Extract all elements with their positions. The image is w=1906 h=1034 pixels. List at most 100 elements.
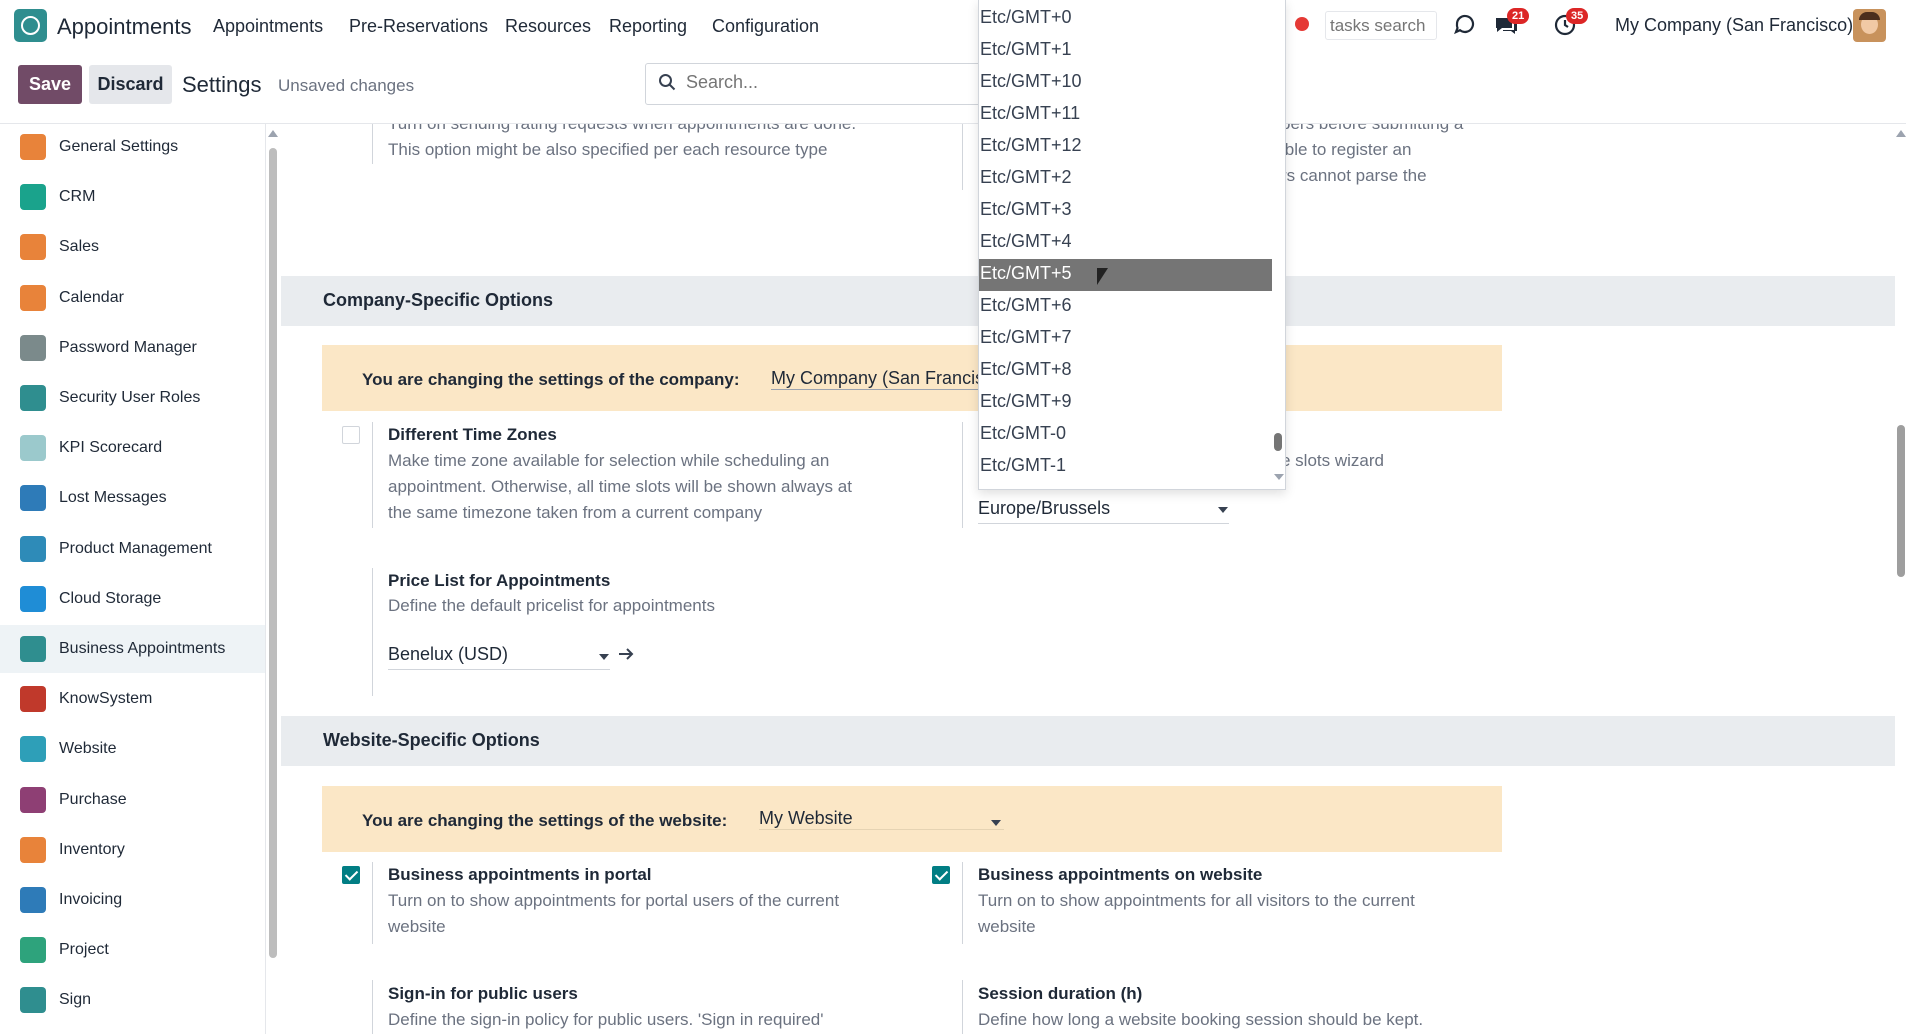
menu-configuration[interactable]: Configuration <box>712 16 819 37</box>
settings-sidebar: General Settings CRM Sales Calendar Password… <box>0 124 266 1034</box>
timezone-option[interactable]: Etc/GMT+0 <box>979 3 1272 35</box>
rating-desc-2: This option might be also specified per … <box>388 140 828 159</box>
chevron-down-icon[interactable] <box>599 654 609 660</box>
company-banner-select[interactable]: My Company (San Francisco) <box>771 368 1010 390</box>
discard-button[interactable]: Discard <box>89 65 172 104</box>
content-scrollbar[interactable] <box>1897 425 1905 577</box>
portal-appointments-checkbox[interactable] <box>342 866 360 884</box>
timezone-option[interactable]: Etc/GMT-1 <box>979 451 1272 483</box>
sidebar-item-label: Inventory <box>59 840 125 858</box>
signin-title: Sign-in for public users <box>388 984 578 1003</box>
timezone-option[interactable]: Etc/GMT+5 <box>979 259 1272 291</box>
sidebar-item[interactable]: Invoicing <box>0 876 265 924</box>
menu-appointments[interactable]: Appointments <box>213 16 323 37</box>
save-button[interactable]: Save <box>18 65 82 104</box>
sidebar-item[interactable]: KPI Scorecard <box>0 424 265 472</box>
sidebar-item[interactable]: General Settings <box>0 124 265 171</box>
timezone-option[interactable]: Etc/GMT+4 <box>979 227 1272 259</box>
sidebar-item[interactable]: Sales <box>0 223 265 271</box>
timezone-option[interactable]: Etc/GMT+3 <box>979 195 1272 227</box>
sidebar-item[interactable]: Website <box>0 725 265 773</box>
sidebar-item-label: Sign <box>59 991 92 1009</box>
portal-appointments-title: Business appointments in portal <box>388 865 652 884</box>
unsaved-status: Unsaved changes <box>278 76 415 95</box>
divider <box>962 124 963 190</box>
timezone-option[interactable]: Etc/GMT+8 <box>979 355 1272 387</box>
timezones-checkbox[interactable] <box>342 426 360 444</box>
dropdown-scroll-down-icon[interactable] <box>1274 474 1284 480</box>
sidebar-scroll-up-icon[interactable] <box>268 130 278 137</box>
sidebar-item-label: General Settings <box>59 138 179 155</box>
tasks-search-input[interactable] <box>1325 11 1437 40</box>
sidebar-item[interactable]: Inventory <box>0 826 265 874</box>
knowsystem-icon <box>20 686 46 713</box>
sidebar-item[interactable]: Project <box>0 926 265 974</box>
divider <box>372 862 373 944</box>
search-icon <box>659 74 676 91</box>
timezone-option[interactable]: Etc/GMT+12 <box>979 131 1272 163</box>
timezone-dropdown-list[interactable]: Etc/GMT-1 Etc/GMT-0 Etc/GMT+9 Etc/GMT+8 Etc/… <box>978 0 1286 490</box>
sidebar-item-label: CRM <box>59 188 96 206</box>
website-appointments-desc-2: website <box>978 917 1036 936</box>
app-name[interactable]: Appointments <box>57 14 192 40</box>
partial-desc-3: rs cannot parse the <box>1281 166 1427 185</box>
recording-icon[interactable] <box>1295 17 1309 31</box>
general-settings-icon <box>20 134 46 160</box>
dropdown-scrollbar[interactable] <box>1274 433 1282 451</box>
menu-pre-reservations[interactable]: Pre-Reservations <box>349 16 488 37</box>
rating-desc-1: Turn on sending rating requests when app… <box>388 124 856 137</box>
company-banner: You are changing the settings of the com… <box>322 345 1502 411</box>
sidebar-item[interactable]: Sign <box>0 976 265 1024</box>
chevron-down-icon[interactable] <box>991 820 1001 826</box>
sidebar-item[interactable]: Password Manager <box>0 324 265 372</box>
timezone-option[interactable]: Etc/GMT+2 <box>979 163 1272 195</box>
sidebar-item[interactable]: Purchase <box>0 776 265 824</box>
menu-reporting[interactable]: Reporting <box>609 16 687 37</box>
website-banner-select[interactable]: My Website <box>759 808 1004 830</box>
slots-wizard-partial-text: e slots wizard <box>1281 451 1384 470</box>
chat-bubble-icon[interactable] <box>1453 12 1477 36</box>
purchase-icon <box>20 786 46 813</box>
website-banner: You are changing the settings of the web… <box>322 786 1502 852</box>
sidebar-item[interactable]: Calendar <box>0 274 265 322</box>
website-icon <box>20 736 46 763</box>
sidebar-item-label: Cloud Storage <box>59 589 162 607</box>
sidebar-item-label: Sales <box>59 238 100 256</box>
timezone-option[interactable]: Etc/GMT+1 <box>979 35 1272 67</box>
menu-resources[interactable]: Resources <box>505 16 591 37</box>
sidebar-item-label: Website <box>59 740 117 758</box>
timezone-option[interactable]: Etc/GMT+9 <box>979 387 1272 419</box>
timezone-option[interactable]: Etc/GMT+11 <box>979 99 1272 131</box>
timezone-option[interactable]: Etc/GMT+10 <box>979 67 1272 99</box>
arrow-right-icon[interactable] <box>617 645 635 663</box>
product-management-icon <box>20 535 46 562</box>
sidebar-scrollbar[interactable] <box>269 148 277 958</box>
pricelist-select[interactable]: Benelux (USD) <box>388 644 610 670</box>
sidebar-item[interactable]: Cloud Storage <box>0 575 265 623</box>
content-scroll-up-icon[interactable] <box>1896 130 1906 137</box>
pricelist-desc: Define the default pricelist for appoint… <box>388 596 715 615</box>
appointments-app-icon[interactable] <box>14 9 47 42</box>
timezones-title: Different Time Zones <box>388 425 557 444</box>
search-input[interactable] <box>686 72 966 93</box>
settings-search[interactable] <box>645 63 985 105</box>
pricelist-select-value: Benelux (USD) <box>388 644 509 664</box>
company-switcher[interactable]: My Company (San Francisco) <box>1615 15 1853 36</box>
sidebar-item[interactable]: KnowSystem <box>0 675 265 723</box>
sidebar-item[interactable]: Product Management <box>0 525 265 573</box>
company-banner-label: You are changing the settings of the com… <box>362 370 740 389</box>
timezones-desc-3: the same timezone taken from a current c… <box>388 503 763 522</box>
user-avatar[interactable] <box>1853 9 1886 42</box>
sidebar-item[interactable]: Business Appointments <box>0 625 265 673</box>
timezone-option[interactable]: Etc/GMT-0 <box>979 419 1272 451</box>
timezone-select[interactable]: Europe/Brussels <box>978 498 1229 524</box>
sidebar-item[interactable]: CRM <box>0 173 265 221</box>
timezone-option[interactable]: Etc/GMT+6 <box>979 291 1272 323</box>
timezone-option[interactable]: Etc/GMT+7 <box>979 323 1272 355</box>
website-banner-label: You are changing the settings of the web… <box>362 811 728 830</box>
sidebar-item[interactable]: Security User Roles <box>0 374 265 422</box>
chevron-down-icon[interactable] <box>1218 507 1228 513</box>
website-appointments-checkbox[interactable] <box>932 866 950 884</box>
company-section-title: Company-Specific Options <box>323 290 554 310</box>
sidebar-item[interactable]: Lost Messages <box>0 474 265 522</box>
